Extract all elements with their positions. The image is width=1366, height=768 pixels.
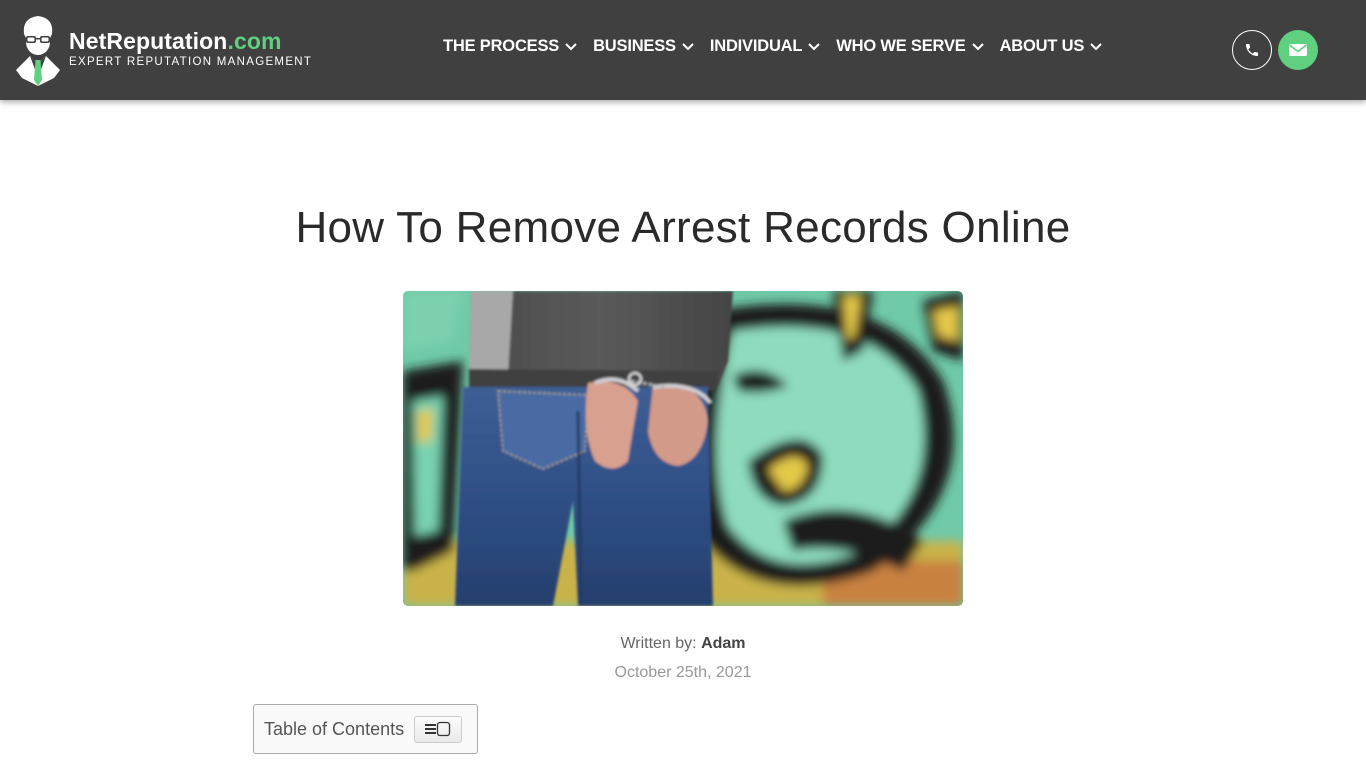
byline-prefix: Written by: bbox=[620, 635, 702, 652]
toc-label: Table of Contents bbox=[264, 718, 405, 739]
nav-item-individual[interactable]: INDIVIDUAL bbox=[710, 37, 820, 56]
email-button[interactable] bbox=[1278, 30, 1318, 70]
phone-button[interactable] bbox=[1232, 30, 1272, 70]
chevron-down-icon bbox=[1090, 42, 1102, 50]
nav-item-label: BUSINESS bbox=[593, 37, 676, 55]
toc-toggle-button[interactable] bbox=[414, 715, 463, 743]
nav-item-label: ABOUT US bbox=[999, 37, 1085, 55]
chevron-down-icon bbox=[682, 42, 694, 50]
nav-item-label: INDIVIDUAL bbox=[709, 37, 803, 55]
list-toggle-icon bbox=[425, 721, 451, 737]
nav-item-label: THE PROCESS bbox=[443, 37, 560, 55]
byline: Written by: Adam bbox=[0, 635, 1366, 653]
nav-item-who-we-serve[interactable]: WHO WE SERVE bbox=[836, 37, 984, 56]
mascot-logo-icon bbox=[14, 12, 62, 88]
nav-item-the-process[interactable]: THE PROCESS bbox=[443, 37, 577, 56]
chevron-down-icon bbox=[808, 42, 820, 50]
envelope-icon bbox=[1289, 44, 1307, 56]
logo-wordmark: NetReputation.com bbox=[69, 28, 312, 54]
nav-item-label: WHO WE SERVE bbox=[836, 37, 966, 55]
logo-tld: .com bbox=[227, 27, 282, 54]
site-logo[interactable]: NetReputation.com EXPERT REPUTATION MANA… bbox=[14, 12, 312, 88]
chevron-down-icon bbox=[971, 42, 984, 50]
nav-item-business[interactable]: BUSINESS bbox=[593, 37, 694, 56]
logo-tagline: EXPERT REPUTATION MANAGEMENT bbox=[69, 55, 313, 68]
contact-buttons bbox=[1232, 30, 1318, 70]
publish-date: October 25th, 2021 bbox=[614, 664, 752, 681]
site-header: NetReputation.com EXPERT REPUTATION MANA… bbox=[0, 0, 1366, 100]
phone-icon bbox=[1246, 44, 1258, 56]
chevron-down-icon bbox=[565, 42, 577, 50]
table-of-contents: Table of Contents bbox=[253, 704, 478, 754]
hero-image bbox=[403, 291, 963, 606]
logo-name: NetReputation bbox=[69, 27, 228, 54]
author-link[interactable]: Adam bbox=[701, 635, 745, 652]
main-nav: THE PROCESS BUSINESS INDIVIDUAL WHO WE S… bbox=[443, 37, 1118, 56]
page-title: How To Remove Arrest Records Online bbox=[295, 203, 1071, 252]
nav-item-about-us[interactable]: ABOUT US bbox=[1000, 37, 1103, 56]
